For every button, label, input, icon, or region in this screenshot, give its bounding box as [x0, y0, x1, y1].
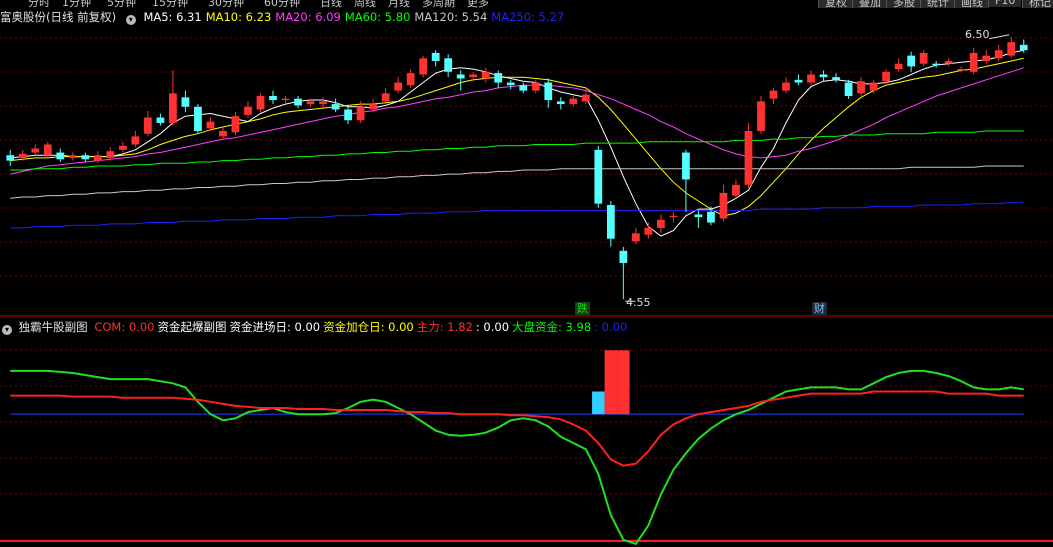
candle	[181, 97, 190, 107]
sub-volume-bar	[617, 350, 630, 415]
candle	[206, 121, 215, 129]
candle	[68, 155, 77, 158]
candle	[794, 79, 803, 83]
candle	[56, 152, 65, 160]
candle	[944, 61, 953, 64]
candle	[231, 116, 240, 133]
candle	[131, 136, 140, 145]
candle	[18, 153, 27, 158]
candle	[394, 82, 403, 91]
candle	[381, 93, 390, 102]
ma-line-ma250	[10, 201, 1024, 229]
candle	[994, 50, 1003, 59]
candle	[469, 74, 478, 78]
event-tag-drop[interactable]: 跌	[575, 302, 590, 315]
candle	[732, 184, 740, 196]
ma-line-ma120	[10, 165, 1024, 199]
candle	[81, 155, 90, 160]
candle	[294, 98, 302, 106]
candle	[406, 73, 415, 86]
candle	[769, 90, 778, 99]
candle	[969, 52, 978, 72]
candle	[506, 82, 515, 86]
candle	[957, 69, 966, 71]
candle	[707, 211, 715, 223]
candle	[369, 104, 377, 110]
sub-volume-bar	[592, 391, 605, 415]
candle	[832, 77, 840, 80]
candle	[6, 155, 15, 161]
candle	[31, 148, 40, 153]
candle	[907, 55, 916, 67]
candle	[194, 106, 202, 131]
sub-red-line	[10, 390, 1024, 467]
candle	[807, 74, 815, 83]
candle	[244, 106, 252, 115]
candle	[494, 73, 503, 83]
candle	[1007, 42, 1016, 56]
event-tag-finance[interactable]: 财	[812, 302, 827, 315]
candle	[93, 155, 102, 161]
candle	[556, 101, 565, 105]
candle	[144, 117, 152, 134]
candle	[894, 63, 903, 70]
candle	[444, 58, 453, 72]
ma-line-ma10	[10, 57, 1024, 217]
candle	[319, 101, 327, 105]
candle	[719, 192, 728, 219]
candle	[694, 214, 703, 218]
candle	[644, 227, 653, 235]
candle	[156, 117, 165, 123]
candle	[344, 109, 352, 121]
candle	[544, 82, 553, 101]
candle	[106, 151, 115, 158]
candle	[631, 233, 640, 242]
candle	[281, 98, 290, 101]
candle	[356, 106, 365, 121]
candle	[306, 101, 315, 105]
candle	[844, 82, 853, 96]
candle	[419, 58, 428, 75]
sub-volume-bar	[604, 350, 618, 415]
candle	[531, 82, 540, 91]
candle	[456, 74, 465, 79]
candle	[1019, 44, 1028, 51]
candle	[481, 71, 490, 79]
candle	[331, 104, 340, 110]
candle	[581, 94, 590, 102]
candle	[606, 205, 615, 239]
candle	[869, 82, 878, 91]
candle	[519, 85, 528, 91]
candle	[219, 131, 227, 137]
candle	[619, 250, 628, 263]
candle	[857, 81, 865, 94]
candle	[819, 74, 828, 78]
candle	[431, 52, 440, 61]
candle	[919, 52, 928, 64]
candle	[782, 82, 790, 91]
candle	[256, 96, 265, 110]
candle	[569, 98, 578, 105]
ma-line-ma60	[10, 130, 1024, 171]
candle	[43, 144, 52, 156]
candle	[269, 96, 277, 101]
candle	[118, 145, 127, 150]
candle	[669, 215, 678, 218]
candle	[682, 152, 690, 180]
candle	[594, 149, 603, 204]
candle	[757, 101, 765, 131]
candle	[657, 219, 665, 228]
candlestick-chart[interactable]	[0, 0, 1053, 547]
candle	[982, 55, 991, 61]
high-price-label: 6.50	[965, 28, 990, 41]
candle	[169, 93, 177, 123]
low-price-label: 4.55	[626, 296, 651, 309]
candle	[882, 71, 890, 82]
candle	[932, 63, 941, 66]
candle	[744, 131, 753, 185]
